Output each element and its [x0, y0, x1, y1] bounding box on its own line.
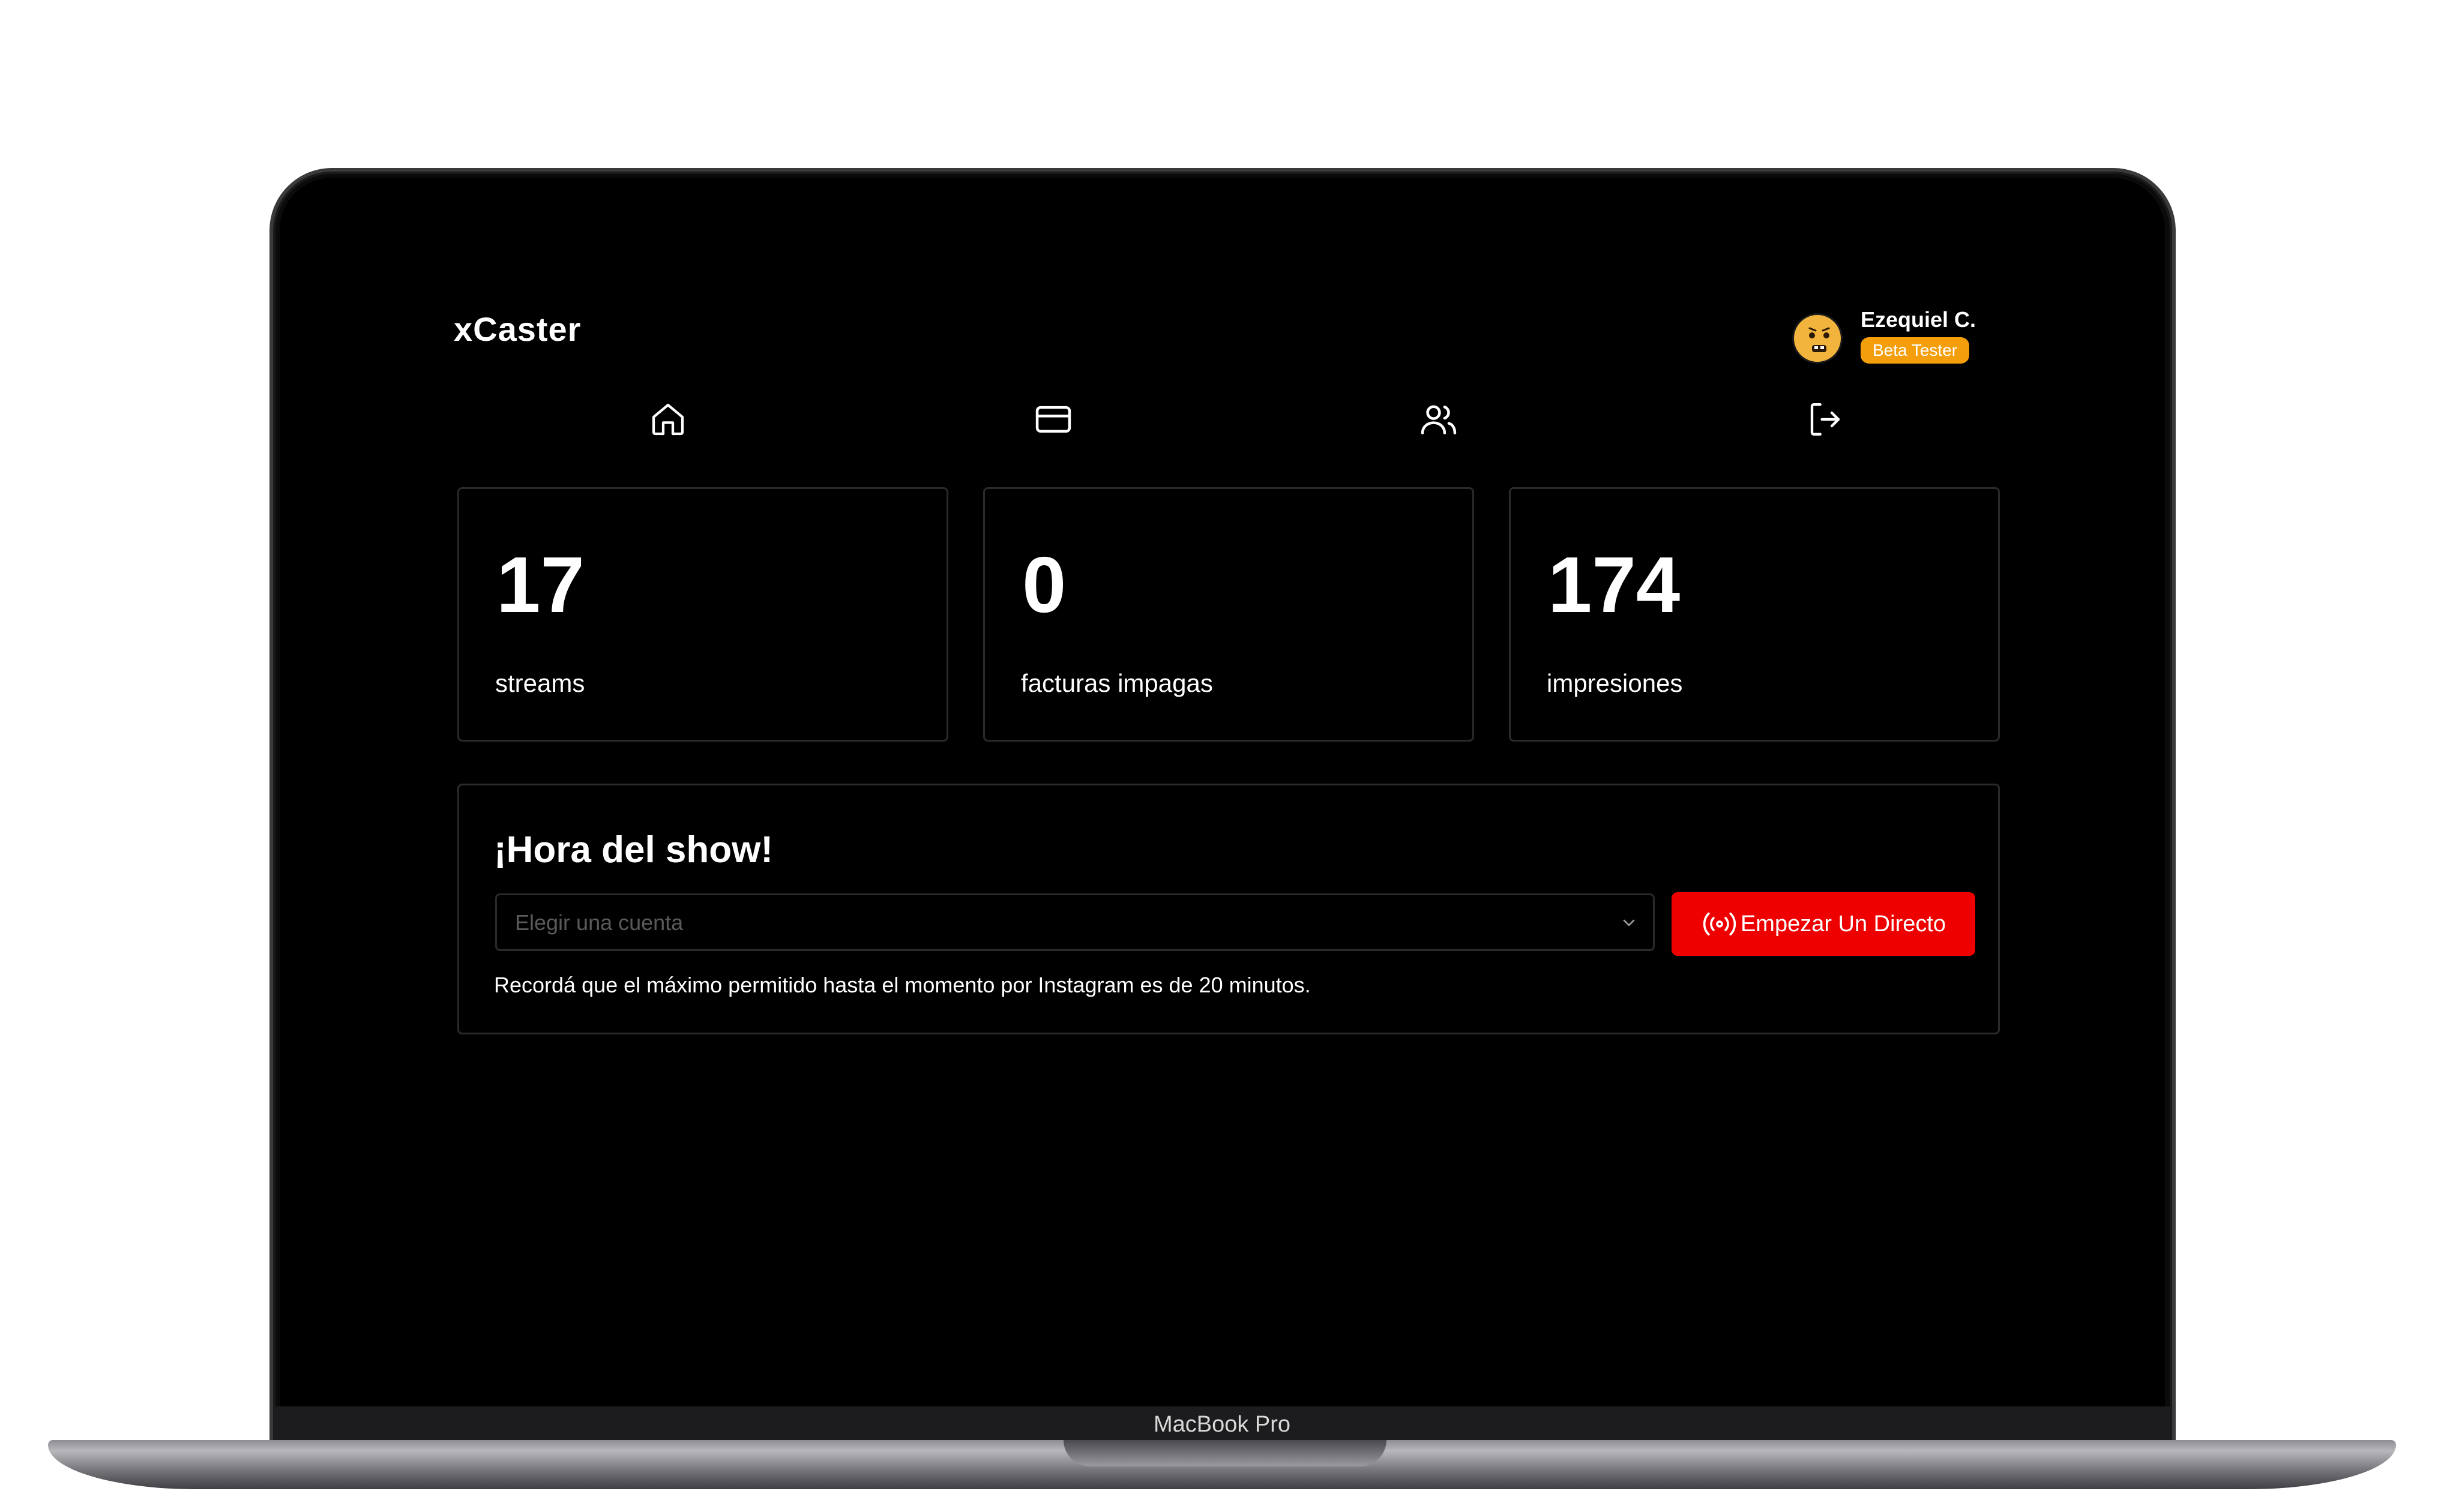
account-select[interactable]: Elegir una cuenta	[495, 893, 1655, 951]
chevron-down-icon	[1623, 919, 1635, 926]
avatar[interactable]	[1792, 313, 1843, 364]
users-icon	[1421, 405, 1457, 434]
home-icon	[652, 403, 684, 436]
nav-logout[interactable]	[1804, 398, 1846, 440]
stat-label: streams	[495, 669, 585, 697]
panel-title: ¡Hora del show!	[494, 829, 774, 871]
stat-label: impresiones	[1547, 669, 1683, 697]
stat-card-unpaid-invoices: 0 facturas impagas	[983, 487, 1474, 742]
nav-home[interactable]	[647, 398, 689, 440]
laptop-base-notch	[1064, 1440, 1386, 1466]
nav-billing[interactable]	[1032, 398, 1074, 440]
stat-value: 0	[1022, 541, 1067, 629]
credit-card-icon	[1035, 406, 1071, 433]
avatar-face-icon	[1808, 327, 1830, 352]
nav-users[interactable]	[1418, 398, 1460, 440]
start-live-button[interactable]: Empezar Un Directo	[1672, 892, 1975, 956]
user-name: Ezequiel C.	[1861, 307, 1976, 332]
start-live-panel: ¡Hora del show! Elegir una cuenta Empeza…	[457, 784, 2000, 1034]
stat-label: facturas impagas	[1021, 669, 1213, 697]
user-profile[interactable]: Ezequiel C. Beta Tester	[1792, 307, 1996, 373]
broadcast-icon	[1703, 912, 1736, 936]
brand-logo[interactable]: xCaster	[454, 310, 581, 349]
logout-icon	[1810, 403, 1840, 436]
stat-value: 17	[496, 541, 585, 629]
stat-card-streams: 17 streams	[457, 487, 948, 742]
app-screen: xCaster Ezequiel C. Beta Tester 17 strea…	[280, 178, 2165, 1406]
status-badge: Beta Tester	[1861, 337, 1970, 364]
device-model-label: MacBook Pro	[1153, 1412, 1291, 1437]
start-live-button-label: Empezar Un Directo	[1740, 911, 1946, 937]
stat-value: 174	[1548, 541, 1681, 629]
limit-note: Recordá que el máximo permitido hasta el…	[494, 973, 1311, 997]
account-select-placeholder: Elegir una cuenta	[515, 910, 684, 935]
stat-card-impressions: 174 impresiones	[1509, 487, 2000, 742]
